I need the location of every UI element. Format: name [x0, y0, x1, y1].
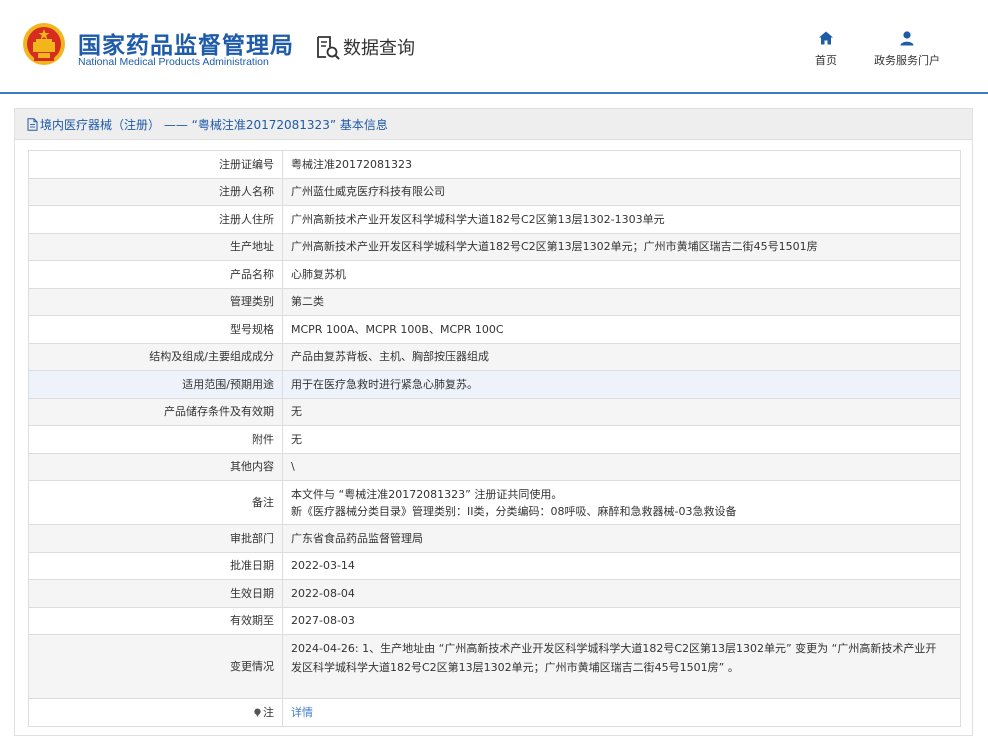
table-row: 型号规格 MCPR 100A、MCPR 100B、MCPR 100C — [28, 315, 961, 344]
table-row: 注册人住所 广州高新技术产业开发区科学城科学大道182号C2区第13层1302-… — [28, 205, 961, 234]
change-line-2: 发区科学城科学大道182号C2区第13层1302单元；广州市黄埔区瑞吉二街45号… — [291, 661, 739, 674]
note-label: 注 — [263, 706, 274, 719]
document-search-icon — [317, 36, 340, 60]
details-link[interactable]: 详情 — [291, 706, 313, 719]
row-value: 用于在医疗急救时进行紧急心肺复苏。 — [282, 370, 961, 399]
home-icon — [819, 31, 833, 45]
table-row: 注 详情 — [28, 698, 961, 727]
row-value: 详情 — [282, 698, 961, 727]
row-value: \ — [282, 452, 961, 481]
change-line-1: 2024-04-26: 1、生产地址由 “广州高新技术产业开发区科学城科学大道1… — [291, 642, 937, 655]
table-row: 注册人名称 广州蓝仕威克医疗科技有限公司 — [28, 177, 961, 206]
table-row: 审批部门 广东省食品药品监督管理局 — [28, 524, 961, 553]
table-row: 生产地址 广州高新技术产业开发区科学城科学大道182号C2区第13层1302单元… — [28, 232, 961, 261]
pin-icon — [254, 708, 261, 717]
table-row: 其他内容 \ — [28, 452, 961, 481]
org-name-cn[interactable]: 国家药品监督管理局 — [78, 26, 294, 60]
row-value: 广东省食品药品监督管理局 — [282, 524, 961, 553]
registration-info-table: 注册证编号 粤械注准20172081323 注册人名称 广州蓝仕威克医疗科技有限… — [28, 150, 961, 727]
row-label: 附件 — [28, 425, 283, 454]
table-row: 有效期至 2027-08-03 — [28, 606, 961, 635]
table-row: 管理类别 第二类 — [28, 287, 961, 316]
table-row: 产品储存条件及有效期 无 — [28, 397, 961, 426]
row-label: 型号规格 — [28, 315, 283, 344]
table-row: 生效日期 2022-08-04 — [28, 579, 961, 608]
row-value: 2022-08-04 — [282, 579, 961, 608]
row-value: 第二类 — [282, 287, 961, 316]
row-value: 无 — [282, 397, 961, 426]
remark-line-1: 本文件与 “粤械注准20172081323” 注册证共同使用。 — [291, 487, 563, 501]
table-row: 注册证编号 粤械注准20172081323 — [28, 150, 961, 179]
row-value: 无 — [282, 425, 961, 454]
table-row: 产品名称 心肺复苏机 — [28, 260, 961, 289]
table-row: 批准日期 2022-03-14 — [28, 551, 961, 580]
user-icon — [900, 31, 914, 46]
row-value: 广州高新技术产业开发区科学城科学大道182号C2区第13层1302-1303单元 — [282, 205, 961, 234]
remark-line-2: 新《医疗器械分类目录》管理类别：II类，分类编码：08呼吸、麻醉和急救器械-03… — [291, 504, 737, 518]
row-value: 广州蓝仕威克医疗科技有限公司 — [282, 177, 961, 206]
row-value: 粤械注准20172081323 — [282, 150, 961, 179]
table-row: 附件 无 — [28, 425, 961, 454]
site-header: 国家药品监督管理局 National Medical Products Admi… — [0, 0, 988, 94]
panel-title: 境内医疗器械（注册） —— “粤械注准20172081323” 基本信息 — [40, 117, 388, 132]
row-value: 2024-04-26: 1、生产地址由 “广州高新技术产业开发区科学城科学大道1… — [282, 634, 961, 699]
row-label: 适用范围/预期用途 — [28, 370, 283, 399]
row-label: 审批部门 — [28, 524, 283, 553]
national-emblem-icon[interactable] — [22, 22, 66, 66]
row-label: 生产地址 — [28, 232, 283, 261]
row-label: 变更情况 — [28, 634, 283, 699]
row-label: 注册人名称 — [28, 177, 283, 206]
row-value: 2022-03-14 — [282, 551, 961, 580]
data-query-label: 数据查询 — [343, 38, 415, 59]
nav-home-label[interactable]: 首页 — [815, 52, 837, 68]
table-row: 备注 本文件与 “粤械注准20172081323” 注册证共同使用。 新《医疗器… — [28, 480, 961, 525]
data-query-section: 数据查询 — [315, 34, 415, 60]
row-value: 广州高新技术产业开发区科学城科学大道182号C2区第13层1302单元；广州市黄… — [282, 232, 961, 261]
table-row: 适用范围/预期用途 用于在医疗急救时进行紧急心肺复苏。 — [28, 370, 961, 399]
row-value: 产品由复苏背板、主机、胸部按压器组成 — [282, 342, 961, 371]
nav-portal-label[interactable]: 政务服务门户 — [874, 52, 940, 68]
row-label: 备注 — [28, 480, 283, 525]
row-label: 管理类别 — [28, 287, 283, 316]
row-label: 注册证编号 — [28, 150, 283, 179]
info-panel: 境内医疗器械（注册） —— “粤械注准20172081323” 基本信息 注册证… — [14, 108, 973, 736]
row-label: 批准日期 — [28, 551, 283, 580]
row-label: 注 — [28, 698, 283, 727]
panel-header: 境内医疗器械（注册） —— “粤械注准20172081323” 基本信息 — [15, 109, 972, 140]
row-label: 有效期至 — [28, 606, 283, 635]
row-value: 2027-08-03 — [282, 606, 961, 635]
row-value: MCPR 100A、MCPR 100B、MCPR 100C — [282, 315, 961, 344]
table-row: 结构及组成/主要组成成分 产品由复苏背板、主机、胸部按压器组成 — [28, 342, 961, 371]
org-name-en[interactable]: National Medical Products Administration — [78, 56, 269, 68]
row-label: 生效日期 — [28, 579, 283, 608]
row-value: 本文件与 “粤械注准20172081323” 注册证共同使用。 新《医疗器械分类… — [282, 480, 961, 525]
row-label: 产品储存条件及有效期 — [28, 397, 283, 426]
row-label: 结构及组成/主要组成成分 — [28, 342, 283, 371]
row-value: 心肺复苏机 — [282, 260, 961, 289]
row-label: 其他内容 — [28, 452, 283, 481]
nav-home[interactable]: 首页 — [815, 30, 837, 68]
document-icon — [27, 117, 38, 131]
table-row: 变更情况 2024-04-26: 1、生产地址由 “广州高新技术产业开发区科学城… — [28, 634, 961, 699]
nav-portal[interactable]: 政务服务门户 — [874, 30, 940, 68]
row-label: 注册人住所 — [28, 205, 283, 234]
row-label: 产品名称 — [28, 260, 283, 289]
